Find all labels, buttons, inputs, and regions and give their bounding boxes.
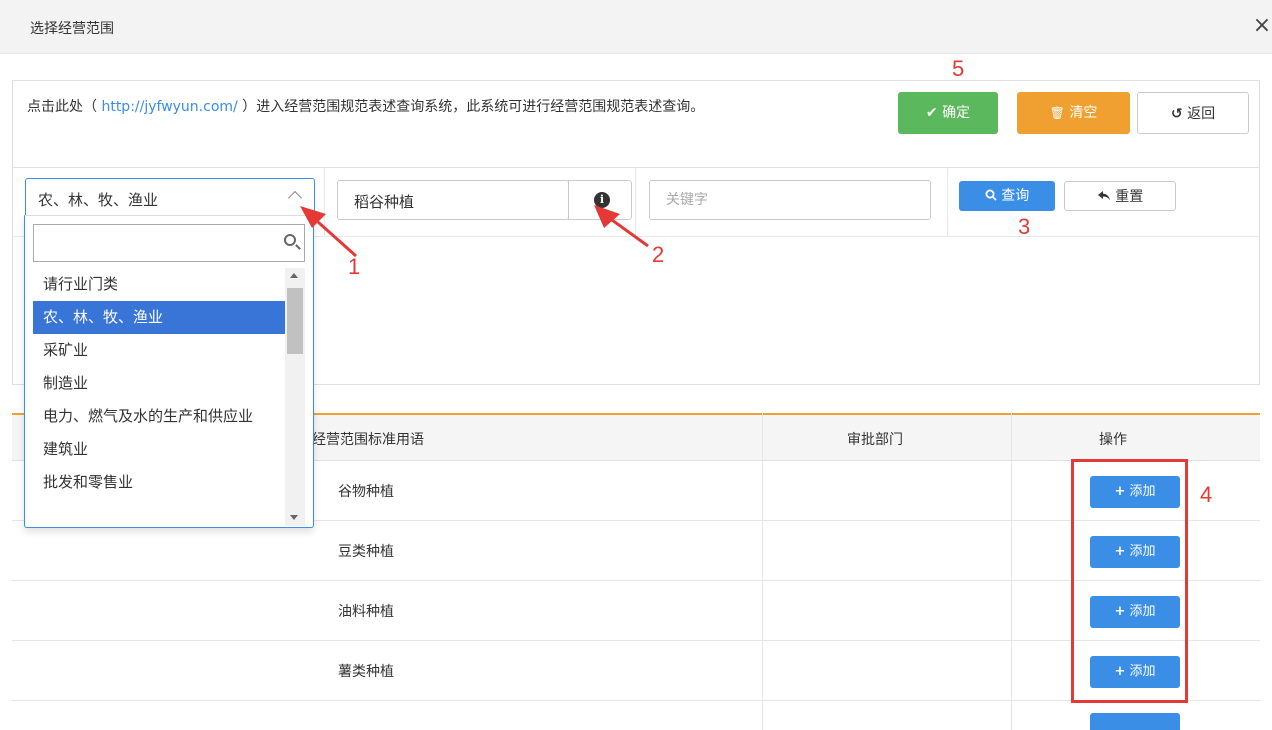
dropdown-option[interactable]: 制造业: [33, 367, 285, 400]
back-button[interactable]: ↺ 返回: [1137, 92, 1249, 134]
query-button[interactable]: 查询: [959, 181, 1055, 211]
dropdown-option[interactable]: 批发和零售业: [33, 466, 285, 499]
dropdown-option[interactable]: 电力、燃气及水的生产和供应业: [33, 400, 285, 433]
standard-term-cell: 豆类种植: [338, 544, 394, 560]
annotation-highlight-box: [1071, 459, 1188, 703]
keyword-input[interactable]: [650, 181, 930, 219]
trash-icon: 🗑: [1049, 106, 1065, 120]
query-label: 查询: [1001, 188, 1030, 204]
filter-divider: [324, 168, 325, 237]
undo-icon: ↺: [1170, 106, 1183, 122]
reply-icon: [1097, 191, 1110, 201]
industry-input-value: 稻谷种植: [354, 193, 415, 211]
dialog-title: 选择经营范围: [30, 21, 114, 37]
back-label: 返回: [1187, 106, 1216, 122]
confirm-label: 确定: [942, 105, 971, 121]
industry-input[interactable]: 稻谷种植: [337, 180, 569, 220]
scroll-up-icon[interactable]: [290, 273, 298, 278]
header-approval-dept: 审批部门: [847, 432, 903, 448]
annotation-step-2: 2: [652, 242, 665, 267]
dialog-header: 选择经营范围 ×: [0, 0, 1272, 54]
category-dropdown: 请行业门类 农、林、牧、渔业 采矿业 制造业 电力、燃气及水的生产和供应业 建筑…: [24, 215, 314, 528]
standard-term-cell: 油料种植: [338, 604, 394, 620]
reset-label: 重置: [1115, 189, 1144, 205]
notice-prefix: 点击此处（: [27, 99, 102, 115]
standard-term-cell: 谷物种植: [338, 484, 394, 500]
filter-divider: [947, 168, 948, 237]
check-icon: ✔: [925, 105, 938, 121]
confirm-button[interactable]: ✔ 确定: [898, 92, 998, 134]
annotation-step-1: 1: [348, 254, 361, 279]
reset-button[interactable]: 重置: [1064, 181, 1176, 211]
notice-text: 点击此处（ http://jyfwyun.com/ ）进入经营范围规范表述查询系…: [27, 97, 847, 117]
close-icon[interactable]: ×: [1252, 14, 1272, 38]
dropdown-options: 请行业门类 农、林、牧、渔业 采矿业 制造业 电力、燃气及水的生产和供应业 建筑…: [33, 268, 285, 527]
standard-term-cell: 薯类种植: [338, 664, 394, 680]
scroll-down-icon[interactable]: [290, 515, 298, 520]
dropdown-scrollbar[interactable]: [285, 268, 305, 526]
scrollbar-thumb[interactable]: [287, 288, 303, 354]
dropdown-option[interactable]: 建筑业: [33, 433, 285, 466]
annotation-step-4: 4: [1200, 482, 1213, 507]
notice-link[interactable]: http://jyfwyun.com/: [101, 99, 237, 115]
keyword-field[interactable]: [649, 180, 931, 220]
add-button[interactable]: [1090, 713, 1180, 730]
annotation-step-3: 3: [1018, 214, 1031, 239]
header-operation: 操作: [1099, 432, 1127, 448]
info-icon: i: [594, 192, 610, 208]
header-standard-term: 经营范围标准用语: [312, 432, 424, 448]
dropdown-option-selected[interactable]: 农、林、牧、渔业: [33, 301, 285, 334]
annotation-step-5: 5: [952, 56, 965, 81]
search-icon: [985, 189, 997, 201]
dropdown-search-input[interactable]: [33, 224, 305, 262]
category-select-value: 农、林、牧、渔业: [38, 191, 159, 209]
dropdown-option[interactable]: 请行业门类: [33, 268, 285, 301]
notice-panel: 点击此处（ http://jyfwyun.com/ ）进入经营范围规范表述查询系…: [12, 80, 1260, 168]
chevron-up-icon: [287, 190, 303, 206]
clear-button[interactable]: 🗑 清空: [1017, 92, 1130, 134]
category-select[interactable]: 农、林、牧、渔业: [25, 178, 315, 216]
filter-divider: [635, 168, 636, 237]
dropdown-option[interactable]: 采矿业: [33, 334, 285, 367]
clear-label: 清空: [1069, 105, 1098, 121]
notice-suffix: ）进入经营范围规范表述查询系统，此系统可进行经营范围规范表述查询。: [237, 99, 705, 115]
search-icon: [284, 234, 296, 246]
info-button[interactable]: i: [568, 180, 632, 220]
